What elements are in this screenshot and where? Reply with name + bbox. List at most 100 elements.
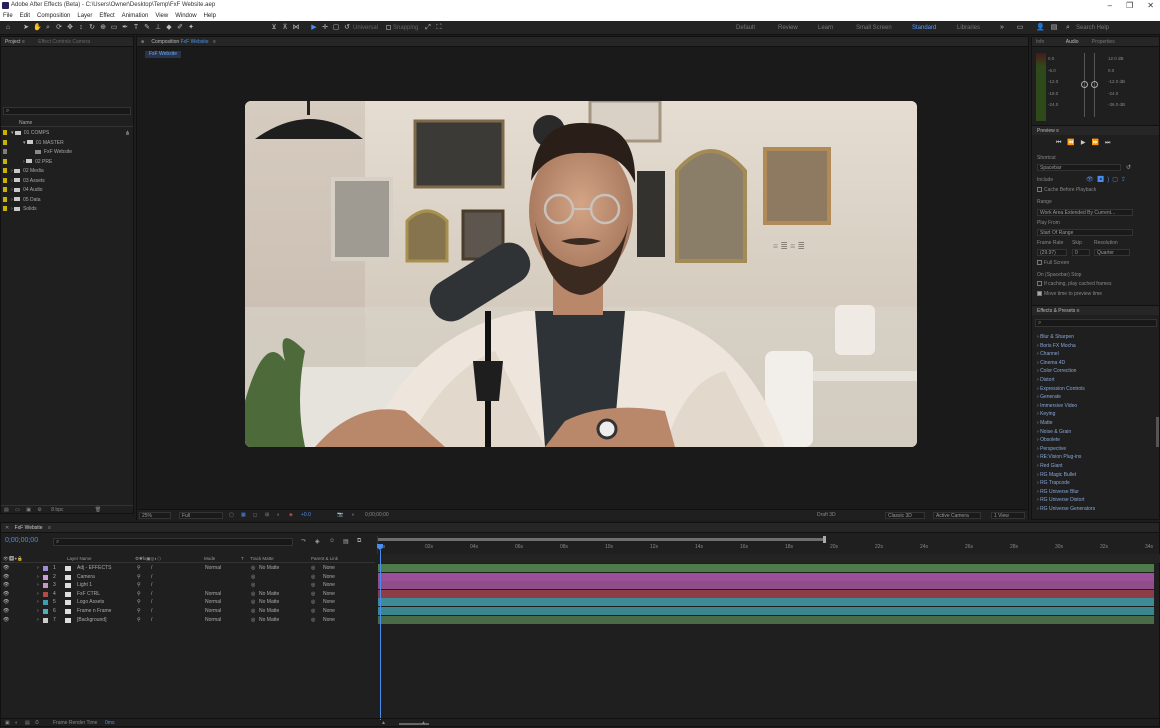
layer-mode[interactable]: Normal xyxy=(205,598,221,607)
camera-dropdown[interactable]: Active Camera xyxy=(933,512,981,519)
zoom-tool-icon[interactable]: ⌕ xyxy=(44,24,52,32)
bpc-label[interactable]: 8 bpc xyxy=(51,507,63,513)
layer-track-matte[interactable]: No Matte xyxy=(259,607,279,616)
quality-switch-icon[interactable]: / xyxy=(151,581,152,590)
track-matte-icon[interactable]: ◎ xyxy=(251,581,255,590)
renderer-dropdown[interactable]: Classic 3D xyxy=(885,512,925,519)
full-screen-toggle[interactable]: Full Screen xyxy=(1037,260,1069,266)
comp-flowchart-breadcrumb[interactable]: FxF Website xyxy=(145,51,181,58)
interpret-footage-icon[interactable]: ▤ xyxy=(4,507,9,513)
workspace-default[interactable]: Default xyxy=(736,25,755,31)
project-search-input[interactable]: ⌕ xyxy=(3,107,131,115)
menu-animation[interactable]: Animation xyxy=(122,11,149,21)
search-icon[interactable]: ⌕ xyxy=(1064,24,1072,32)
trash-icon[interactable]: 🗑 xyxy=(95,507,101,513)
layer-duration-bar[interactable] xyxy=(378,607,1154,615)
project-settings-icon[interactable]: ⚙ xyxy=(37,507,41,513)
layer-duration-bar[interactable] xyxy=(378,581,1154,590)
new-comp-icon[interactable]: ▣ xyxy=(26,507,31,513)
expand-layer-icon[interactable]: › xyxy=(37,573,39,582)
snapping-toggle[interactable]: Snapping xyxy=(386,25,418,31)
menu-file[interactable]: File xyxy=(3,11,13,21)
quality-switch-icon[interactable]: / xyxy=(151,616,152,625)
effects-category[interactable]: › RE:Vision Plug-ins xyxy=(1037,453,1081,462)
range-dropdown[interactable]: Work Area Extended By Current... xyxy=(1037,209,1133,216)
visibility-eye-icon[interactable]: 👁 xyxy=(3,607,9,616)
layer-parent[interactable]: None xyxy=(323,573,335,582)
shy-switch-icon[interactable]: ⚲ xyxy=(137,607,141,616)
selection-tool-icon[interactable]: ➤ xyxy=(22,24,30,32)
menu-effect[interactable]: Effect xyxy=(99,11,114,21)
column-parent[interactable]: Parent & Link xyxy=(311,555,338,563)
layer-parent[interactable]: None xyxy=(323,564,335,573)
puppet-tool-icon[interactable]: ✦ xyxy=(187,24,195,32)
flowchart-icon[interactable]: ⋔ xyxy=(125,130,130,137)
first-frame-icon[interactable]: ⏮ xyxy=(1056,140,1067,146)
layer-row[interactable]: 👁 › 3 Light 1 ⚲ / ◎ ◎ None xyxy=(1,581,373,590)
column-mode[interactable]: Mode xyxy=(204,555,215,563)
quality-switch-icon[interactable]: / xyxy=(151,598,152,607)
layer-track-matte[interactable]: No Matte xyxy=(259,564,279,573)
workspace-learn[interactable]: Learn xyxy=(818,25,833,31)
cache-before-playback[interactable]: Cache Before Playback xyxy=(1037,187,1096,193)
move-tool-icon[interactable]: ✛ xyxy=(321,24,329,32)
visibility-eye-icon[interactable]: 👁 xyxy=(3,590,9,599)
pick-whip-icon[interactable]: ◎ xyxy=(311,564,315,573)
composition-lock-icon[interactable]: ■ xyxy=(141,39,144,45)
shy-switch-icon[interactable]: ⚲ xyxy=(137,564,141,573)
quality-switch-icon[interactable]: / xyxy=(151,564,152,573)
last-frame-icon[interactable]: ⏭ xyxy=(1105,140,1116,146)
effects-search-input[interactable]: ⌕ xyxy=(1035,319,1157,327)
visibility-eye-icon[interactable]: 👁 xyxy=(3,616,9,625)
timeline-timecode[interactable]: 0;00;00;00 xyxy=(5,537,38,544)
tab-composition[interactable]: Composition FxF Website xyxy=(151,39,208,45)
av-features-icon[interactable]: 👁◀●🔒 xyxy=(3,555,23,563)
pick-whip-icon[interactable]: ◎ xyxy=(311,607,315,616)
play-from-dropdown[interactable]: Start Of Range xyxy=(1037,229,1133,236)
tab-properties[interactable]: Properties xyxy=(1092,39,1115,45)
include-toggles[interactable]: 👁◀)▢⇪ xyxy=(1086,176,1129,183)
anchor-tool-icon[interactable]: ⊕ xyxy=(99,24,107,32)
cache-before-checkbox[interactable] xyxy=(1037,187,1042,193)
move-time-checkbox[interactable] xyxy=(1037,291,1042,297)
effects-category[interactable]: › Keying xyxy=(1037,410,1055,419)
play-icon[interactable]: ▶ xyxy=(1081,140,1092,146)
visibility-eye-icon[interactable]: 👁 xyxy=(3,581,9,590)
channel-icon[interactable]: ◐ xyxy=(277,510,280,521)
pick-whip-icon[interactable]: ◎ xyxy=(311,616,315,625)
effects-category[interactable]: › RG Magic Bullet xyxy=(1037,471,1076,480)
column-t[interactable]: T xyxy=(241,555,244,563)
mask-visibility-icon[interactable]: ◻ xyxy=(253,510,257,521)
if-caching-toggle[interactable]: If caching, play cached frames xyxy=(1037,281,1112,287)
label-color-swatch[interactable] xyxy=(43,574,48,580)
column-track-matte[interactable]: Track Matte xyxy=(250,555,274,563)
eraser-tool-icon[interactable]: ◆ xyxy=(165,24,173,32)
minimize-icon[interactable]: – xyxy=(1108,0,1112,11)
layer-duration-bar[interactable] xyxy=(378,598,1154,607)
next-frame-icon[interactable]: ⏩ xyxy=(1092,140,1105,146)
workspace-libraries[interactable]: Libraries xyxy=(957,25,980,31)
shortcut-dropdown[interactable]: Spacebar xyxy=(1037,164,1121,171)
project-item[interactable]: › Solids xyxy=(1,205,37,214)
layer-row[interactable]: 👁 › 4 FxF CTRL ⚲ / Normal ◎ No Matte ◎ None xyxy=(1,590,373,599)
type-tool-icon[interactable]: T xyxy=(132,24,140,32)
expand-layer-icon[interactable]: › xyxy=(37,590,39,599)
work-area-bar[interactable] xyxy=(378,538,823,541)
expand-layer-icon[interactable]: › xyxy=(37,581,39,590)
effects-category[interactable]: › Boris FX Mocha xyxy=(1037,342,1076,351)
color-management-icon[interactable]: ◈ xyxy=(289,510,293,521)
skip-field[interactable]: 0 xyxy=(1072,249,1090,256)
expand-layer-icon[interactable]: › xyxy=(37,616,39,625)
pan-tool-icon[interactable]: ✥ xyxy=(66,24,74,32)
shy-switch-icon[interactable]: ⚲ xyxy=(137,590,141,599)
effects-category[interactable]: › Distort xyxy=(1037,376,1055,385)
effects-category[interactable]: › Cinema 4D xyxy=(1037,359,1065,368)
search-help[interactable]: Search Help xyxy=(1076,25,1109,31)
layer-name[interactable]: Adj - EFFECTS xyxy=(77,564,111,573)
reset-shortcut-icon[interactable]: ↺ xyxy=(1126,164,1131,171)
effects-category[interactable]: › RG Universe Blur xyxy=(1037,488,1079,497)
hand-tool-icon[interactable]: ✋ xyxy=(33,24,42,32)
layer-track-matte[interactable]: No Matte xyxy=(259,590,279,599)
chat-icon[interactable]: ▤ xyxy=(1050,24,1058,32)
layer-mode[interactable]: Normal xyxy=(205,564,221,573)
